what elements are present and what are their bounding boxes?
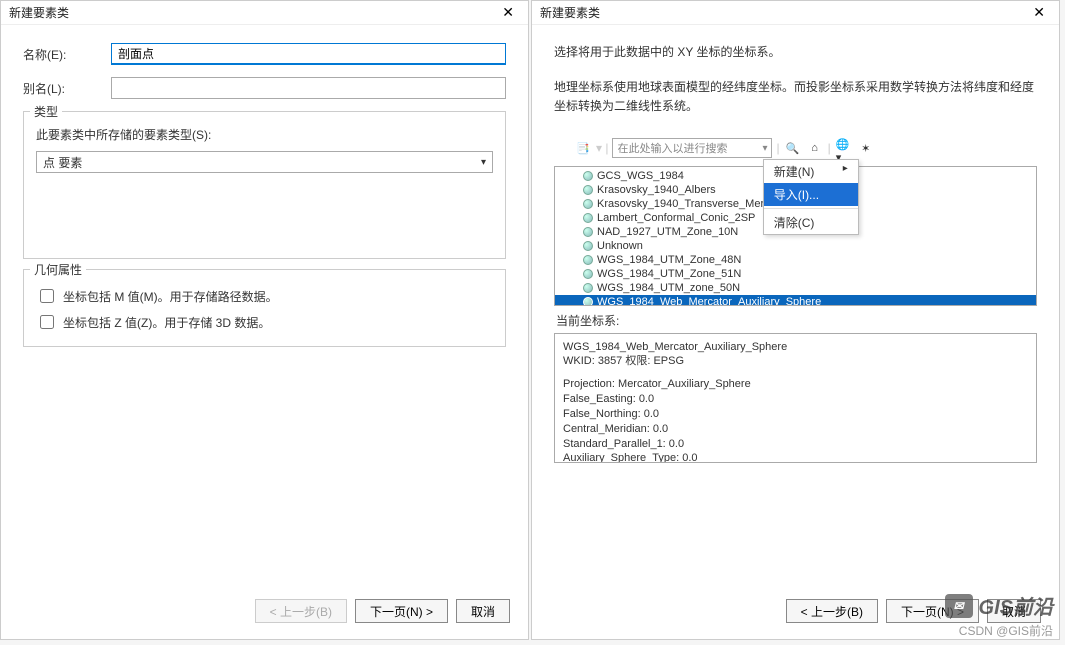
cs-toolbar: 📑 ▾ | 在此处输入以进行搜索 ▾ | 🔍 ⌂ | 🌐▾ 新建(N) ▸ xyxy=(568,133,1037,166)
globe-icon xyxy=(583,199,593,209)
globe-icon xyxy=(583,227,593,237)
geometry-legend: 几何属性 xyxy=(30,261,86,278)
cs-tree-item-label: Lambert_Conformal_Conic_2SP xyxy=(597,212,755,224)
type-subtitle: 此要素类中所存储的要素类型(S): xyxy=(36,126,493,143)
next-button[interactable]: 下一页(N) > xyxy=(886,599,979,623)
cs-tree-item-label: WGS_1984_UTM_Zone_51N xyxy=(597,268,741,280)
z-values-checkbox[interactable] xyxy=(40,315,54,329)
cs-tree-item[interactable]: WGS_1984_UTM_zone_50N xyxy=(555,281,1036,295)
cs-aux-sphere-type: Auxiliary_Sphere_Type: 0.0 xyxy=(563,451,1028,462)
cs-tree-item-label: Unknown xyxy=(597,240,643,252)
search-icon[interactable]: 🔍 xyxy=(784,139,802,157)
globe-icon xyxy=(583,283,593,293)
cs-tree-item[interactable]: WGS_1984_Web_Mercator_Auxiliary_Sphere xyxy=(555,295,1036,306)
cs-tree-item-label: GCS_WGS_1984 xyxy=(597,170,684,182)
globe-icon xyxy=(583,171,593,181)
coordinate-system-details[interactable]: WGS_1984_Web_Mercator_Auxiliary_Sphere W… xyxy=(554,333,1037,463)
cs-tree-item-label: WGS_1984_UTM_Zone_48N xyxy=(597,254,741,266)
feature-type-select[interactable]: 点 要素 ▾ xyxy=(36,151,493,173)
name-label: 名称(E): xyxy=(23,46,111,63)
m-values-checkbox[interactable] xyxy=(40,289,54,303)
z-values-label: 坐标包括 Z 值(Z)。用于存储 3D 数据。 xyxy=(63,314,270,331)
globe-icon xyxy=(583,241,593,251)
cs-tree-item-label: WGS_1984_Web_Mercator_Auxiliary_Sphere xyxy=(597,296,821,306)
cs-tree-item-label: NAD_1927_UTM_Zone_10N xyxy=(597,226,738,238)
cs-central-meridian: Central_Meridian: 0.0 xyxy=(563,422,1028,437)
globe-icon xyxy=(583,213,593,223)
separator: ▾ | xyxy=(596,141,608,155)
cs-tree-item-label: Krasovsky_1940_Transverse_Mercator xyxy=(597,198,789,210)
current-cs-label: 当前坐标系: xyxy=(556,312,1037,329)
menu-clear[interactable]: 清除(C) xyxy=(764,211,858,234)
intro-text-1: 选择将用于此数据中的 XY 坐标的坐标系。 xyxy=(554,43,1037,62)
globe-icon xyxy=(583,297,593,306)
dialog-new-feature-class-step2: 新建要素类 ✕ 选择将用于此数据中的 XY 坐标的坐标系。 地理坐标系使用地球表… xyxy=(531,0,1060,640)
dialog-title: 新建要素类 xyxy=(9,4,69,21)
dialog-new-feature-class-step1: 新建要素类 ✕ 名称(E): 别名(L): 类型 此要素类中所存储的要素类型(S… xyxy=(0,0,529,640)
cancel-button[interactable]: 取消 xyxy=(456,599,510,623)
cs-wkid: WKID: 3857 权限: EPSG xyxy=(563,354,1028,369)
cs-context-menu: 新建(N) ▸ 导入(I)... 清除(C) xyxy=(763,159,859,235)
close-icon[interactable]: ✕ xyxy=(1027,4,1051,21)
menu-import[interactable]: 导入(I)... xyxy=(764,183,858,206)
cs-false-easting: False_Easting: 0.0 xyxy=(563,392,1028,407)
globe-icon xyxy=(583,255,593,265)
m-values-label: 坐标包括 M 值(M)。用于存储路径数据。 xyxy=(63,288,278,305)
globe-dropdown-icon[interactable]: 🌐▾ xyxy=(835,142,853,160)
titlebar: 新建要素类 ✕ xyxy=(1,1,528,25)
dialog-title: 新建要素类 xyxy=(540,4,600,21)
type-legend: 类型 xyxy=(30,103,62,120)
cs-projection: Projection: Mercator_Auxiliary_Sphere xyxy=(563,377,1028,392)
cs-tree-item[interactable]: Unknown xyxy=(555,239,1036,253)
intro-text-2: 地理坐标系使用地球表面模型的经纬度坐标。而投影坐标系采用数学转换方法将纬度和经度… xyxy=(554,78,1037,116)
cs-false-northing: False_Northing: 0.0 xyxy=(563,407,1028,422)
search-combo[interactable]: 在此处输入以进行搜索 ▾ xyxy=(612,138,772,158)
type-groupbox: 类型 此要素类中所存储的要素类型(S): 点 要素 ▾ xyxy=(23,111,506,259)
favorite-icon[interactable]: ✶ xyxy=(857,139,875,157)
search-placeholder: 在此处输入以进行搜索 xyxy=(617,140,727,156)
home-icon[interactable]: ⌂ xyxy=(806,139,824,157)
cs-standard-parallel-1: Standard_Parallel_1: 0.0 xyxy=(563,437,1028,452)
globe-icon xyxy=(583,185,593,195)
close-icon[interactable]: ✕ xyxy=(496,4,520,21)
geometry-groupbox: 几何属性 坐标包括 M 值(M)。用于存储路径数据。 坐标包括 Z 值(Z)。用… xyxy=(23,269,506,347)
back-button[interactable]: < 上一步(B) xyxy=(786,599,878,623)
titlebar: 新建要素类 ✕ xyxy=(532,1,1059,25)
next-button[interactable]: 下一页(N) > xyxy=(355,599,448,623)
cs-tree-item-label: Krasovsky_1940_Albers xyxy=(597,184,716,196)
alias-input[interactable] xyxy=(111,77,506,99)
alias-label: 别名(L): xyxy=(23,80,111,97)
chevron-right-icon: ▸ xyxy=(843,163,848,180)
cancel-button[interactable]: 取消 xyxy=(987,599,1041,623)
back-button: < 上一步(B) xyxy=(255,599,347,623)
menu-new[interactable]: 新建(N) ▸ xyxy=(764,160,858,183)
cs-name: WGS_1984_Web_Mercator_Auxiliary_Sphere xyxy=(563,340,1028,355)
cs-tree-item-label: WGS_1984_UTM_zone_50N xyxy=(597,282,740,294)
cs-tree-item[interactable]: WGS_1984_UTM_Zone_51N xyxy=(555,267,1036,281)
globe-icon xyxy=(583,269,593,279)
chevron-down-icon: ▾ xyxy=(481,157,486,168)
feature-type-value: 点 要素 xyxy=(43,154,82,171)
cs-tree-item[interactable]: WGS_1984_UTM_Zone_48N xyxy=(555,253,1036,267)
name-input[interactable] xyxy=(111,43,506,65)
filter-icon[interactable]: 📑 xyxy=(574,139,592,157)
chevron-down-icon: ▾ xyxy=(762,143,767,154)
